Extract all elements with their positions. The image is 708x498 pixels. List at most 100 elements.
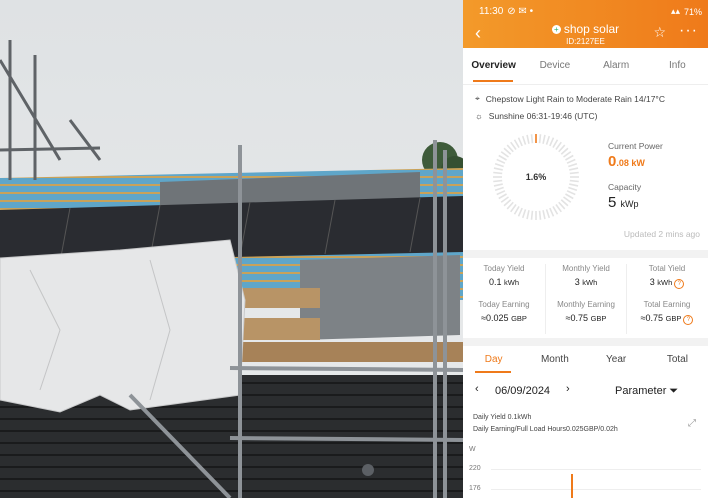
notification-icons: ⊘ ✉ • [507,6,534,17]
capacity-label: Capacity [608,182,642,192]
gauge-tick [510,204,517,213]
today-yield-label: Today Yield [483,264,525,273]
updated-time: Updated 2 mins ago [623,229,700,239]
gauge-tick [526,210,530,220]
monthly-earning-value: ≈0.75 [565,313,589,323]
period-tabs: Day Month Year Total [463,347,708,373]
status-right: ▴▴ 71% [671,6,702,17]
favorite-star-icon[interactable]: ☆ [653,24,666,41]
gauge-tick [552,206,559,215]
chart-tick-220: 220 [469,465,481,472]
gauge-tick [521,209,527,219]
gauge-tick [513,139,520,148]
gauge-tick [560,199,569,207]
parameter-button[interactable]: Parameter ⏷ [615,385,678,398]
gauge-tick [494,186,504,192]
current-power-label: Current Power [608,141,663,151]
gauge-tick [558,144,566,153]
gauge-tick [530,134,534,144]
sunshine-hours: Sunshine 06:31-19:46 (UTC) [488,110,598,121]
date-selector: ‹ 06/09/2024 › Parameter ⏷ [463,381,708,403]
gauge-tick [545,135,551,145]
gauge-tick [569,167,579,171]
today-yield-unit: kWh [504,278,520,287]
help-icon[interactable]: ? [674,279,685,289]
gauge-tick [493,183,503,187]
gauge-tick [500,151,509,158]
gauge-tick [560,147,569,155]
monthly-earning-unit: GBP [590,314,607,323]
gauge-tick [510,141,517,150]
chart-tick-176: 176 [469,485,481,492]
app-header: 11:30 ⊘ ✉ • ▴▴ 71% ‹ + shop solar ID:2127… [463,0,708,48]
more-options-icon[interactable]: ··· [679,22,698,40]
tab-overview[interactable]: Overview [463,48,524,84]
expand-icon[interactable]: ⤢ [688,418,696,429]
today-earning-value: ≈0.025 [481,313,509,323]
chart-gridline [491,489,701,490]
gauge-tick [565,154,574,161]
gauge-tick [498,193,507,200]
prev-date-icon[interactable]: ‹ [475,383,479,395]
total-earning-unit: GBP [665,314,682,323]
online-status-icon: + [551,25,561,34]
today-yield-value: 0.1 [488,277,502,287]
plant-id: ID:2127EE [566,37,605,46]
gauge-tick [503,147,512,155]
gauge-tick [530,210,534,220]
plant-name: shop solar [563,22,620,36]
tab-year[interactable]: Year [586,347,647,373]
tab-device[interactable]: Device [524,48,585,84]
gauge-percent: 1.6% [525,172,547,182]
total-yield: Total Yield 3 kWh? [627,264,707,289]
filter-icon: ⏷ [669,385,679,397]
gauge-tick [496,190,506,196]
gauge-tick [568,186,578,192]
gauge-tick [555,141,562,150]
tab-day[interactable]: Day [463,347,524,373]
selected-date[interactable]: 06/09/2024 [495,385,550,397]
daily-yield-text: Daily Yield 0.1kWh [473,414,532,421]
tab-total[interactable]: Total [647,347,708,373]
tab-month[interactable]: Month [524,347,585,373]
gauge-tick [545,209,551,219]
current-power-unit: .08 kW [616,158,645,168]
main-tabs: Overview Device Alarm Info [463,48,708,85]
status-time: 11:30 [479,6,504,17]
plant-title: + shop solar [463,22,708,36]
gauge-tick [517,137,523,147]
monthly-yield-label: Monthly Yield [562,264,610,273]
divider [463,250,708,258]
help-icon[interactable]: ? [683,315,694,325]
gauge-tick [549,137,555,147]
gauge-tick [569,183,579,187]
gauge-tick [521,135,527,145]
gauge-tick [526,134,530,144]
gauge-tick [503,199,512,207]
gauge-tick [494,162,504,168]
today-earning: Today Earning ≈0.025 GBP [464,300,544,323]
chart-gridline [491,469,701,470]
chart-y-unit: W [469,446,476,453]
tab-info[interactable]: Info [647,48,708,84]
parameter-label: Parameter [615,385,667,397]
gauge-tick [549,207,555,217]
capacity-unit: kWp [620,199,639,209]
gauge-tick [517,207,523,217]
weather-forecast: Chepstow Light Rain to Moderate Rain 14/… [485,93,665,104]
tab-alarm[interactable]: Alarm [586,48,647,84]
current-power-value: 0.08 kW [608,153,645,170]
monthly-yield-unit: kWh [582,278,598,287]
gauge-tick [568,162,578,168]
gauge-tick [563,151,572,158]
total-yield-value: 3 [649,277,655,287]
gauge-tick [542,134,546,144]
total-yield-label: Total Yield [648,264,686,273]
gauge-tick [555,204,562,213]
capacity-value: 5 kWp [608,194,639,211]
sun-icon: ☼ [475,110,483,121]
gauge-tick [552,139,559,148]
solar-app: 11:30 ⊘ ✉ • ▴▴ 71% ‹ + shop solar ID:2127… [463,0,708,498]
battery-level: 71% [683,6,702,17]
next-date-icon[interactable]: › [566,383,570,395]
